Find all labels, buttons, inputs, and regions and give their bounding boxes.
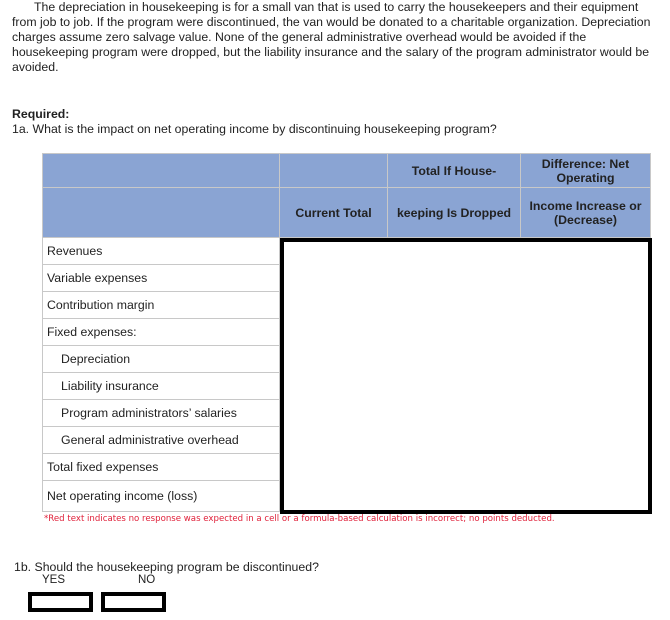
header-row-1: Total If House- Difference: Net Operatin… bbox=[42, 153, 651, 188]
row-label: Net operating income (loss) bbox=[42, 480, 280, 512]
row-label: Contribution margin bbox=[42, 291, 280, 319]
row-label: Program administrators’ salaries bbox=[42, 399, 280, 427]
header-r1-c4: Difference: Net Operating bbox=[520, 153, 651, 188]
row-label: Revenues bbox=[42, 237, 280, 265]
yes-label: YES bbox=[42, 574, 66, 586]
answer-entry-area[interactable] bbox=[280, 238, 652, 514]
header-current-total: Current Total bbox=[279, 187, 388, 238]
header-total-if-dropped: keeping Is Dropped bbox=[387, 187, 521, 238]
question-1b: 1b. Should the housekeeping program be d… bbox=[14, 560, 319, 574]
no-answer-box[interactable] bbox=[101, 592, 166, 612]
header-r1-c2 bbox=[279, 153, 388, 188]
header-difference: Income Increase or (Decrease) bbox=[520, 187, 651, 238]
intro-text: The depreciation in housekeeping is for … bbox=[12, 0, 651, 74]
row-label: Fixed expenses: bbox=[42, 318, 280, 346]
header-r1-c1 bbox=[42, 153, 280, 188]
header-r2-c1 bbox=[42, 187, 280, 238]
row-label: Depreciation bbox=[42, 345, 280, 373]
header-row-2: Current Total keeping Is Dropped Income … bbox=[42, 187, 651, 238]
row-label: Total fixed expenses bbox=[42, 453, 280, 481]
yes-answer-box[interactable] bbox=[28, 592, 93, 612]
row-label: Variable expenses bbox=[42, 264, 280, 292]
no-label: NO bbox=[138, 574, 156, 586]
intro-paragraph: The depreciation in housekeeping is for … bbox=[12, 0, 652, 75]
question-1a: 1a. What is the impact on net operating … bbox=[12, 122, 497, 136]
required-heading: Required: bbox=[12, 107, 70, 121]
red-text-note: *Red text indicates no response was expe… bbox=[44, 514, 555, 524]
row-label: General administrative overhead bbox=[42, 426, 280, 454]
header-r1-c3: Total If House- bbox=[387, 153, 521, 188]
row-label: Liability insurance bbox=[42, 372, 280, 400]
